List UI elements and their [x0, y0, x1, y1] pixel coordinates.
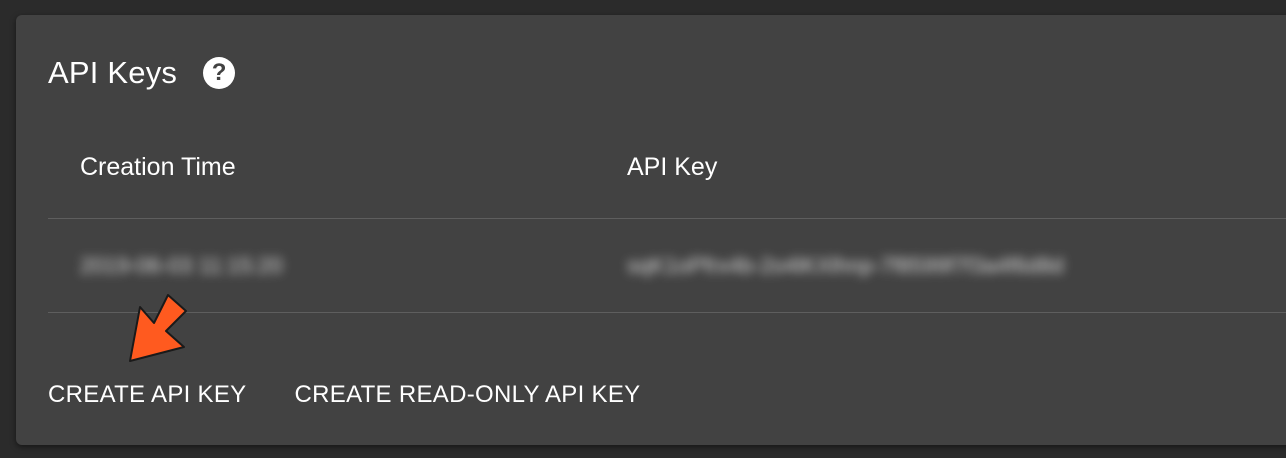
row-divider: [48, 312, 1286, 313]
annotation-arrow-icon: [129, 294, 187, 362]
help-circle-icon[interactable]: ?: [203, 57, 236, 89]
create-api-key-button[interactable]: CREATE API KEY: [48, 381, 247, 409]
api-keys-card: API Keys ? Creation Time API Key 2019-06…: [16, 15, 1286, 445]
row-creation-time-blurred: 2019-06-03 11:15:20: [80, 253, 283, 278]
column-header-creation-time: Creation Time: [80, 153, 236, 181]
title-row: API Keys ?: [48, 55, 236, 91]
header-divider: [48, 218, 1286, 219]
arrow-shape: [129, 294, 187, 362]
column-header-api-key: API Key: [627, 153, 718, 181]
card-actions: CREATE API KEY CREATE READ-ONLY API KEY: [48, 381, 640, 409]
card-title: API Keys: [48, 55, 178, 90]
create-read-only-api-key-button[interactable]: CREATE READ-ONLY API KEY: [295, 381, 641, 409]
row-api-key-blurred: sqK1oPfrx4b-2o4lKXlhnp-7f8599f7f3a4f6d8d: [627, 253, 1064, 278]
